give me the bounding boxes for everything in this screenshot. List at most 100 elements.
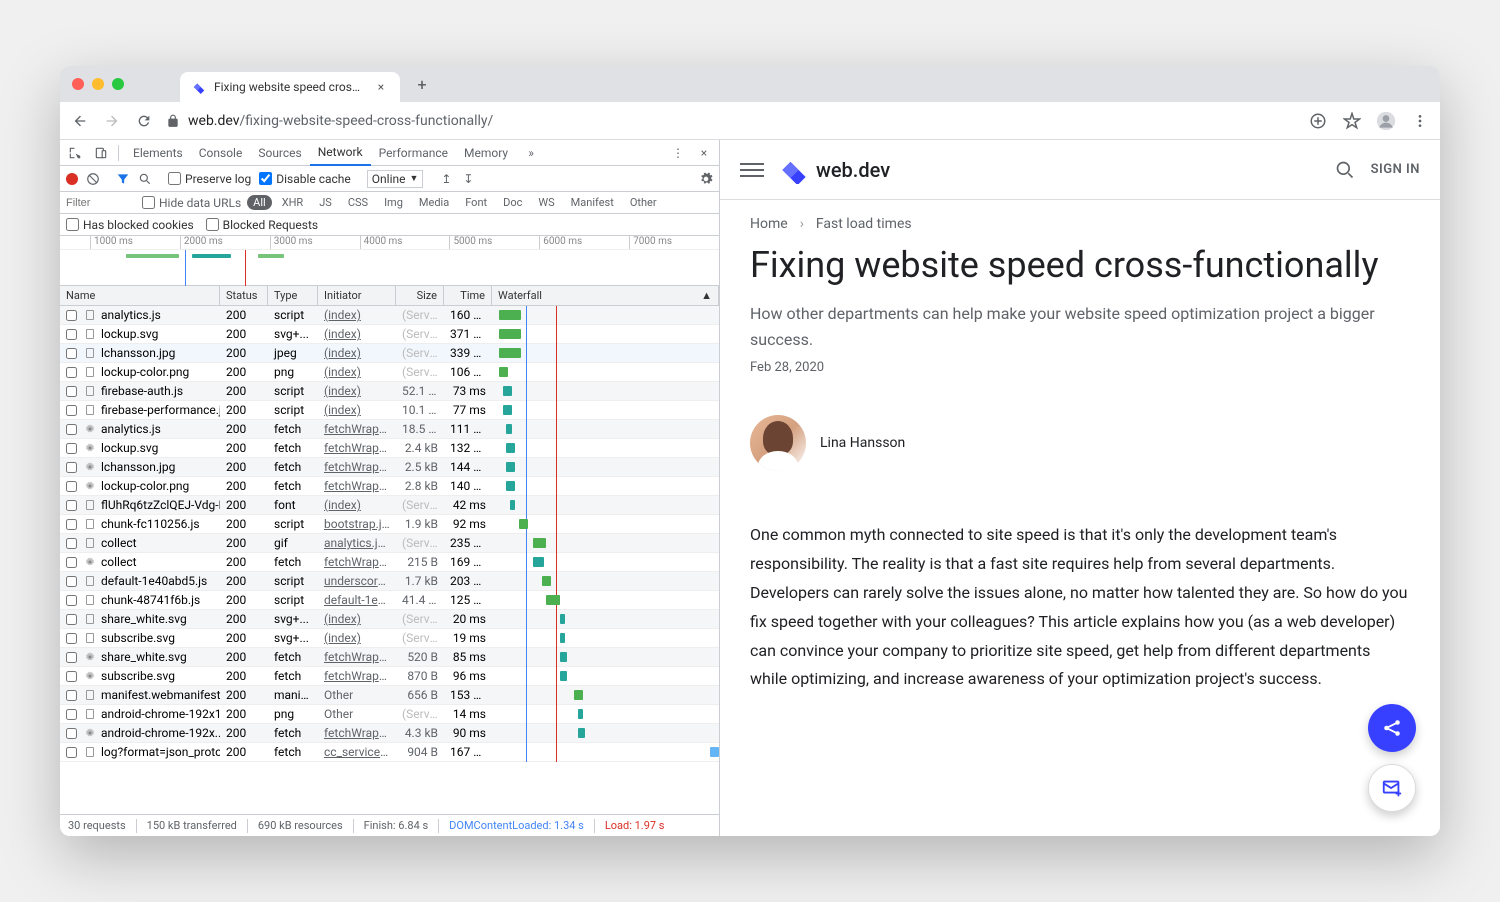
table-row[interactable]: lockup-color.png200png(index)(Servi...10… — [60, 363, 719, 382]
menu-icon[interactable] — [1410, 111, 1430, 131]
row-checkbox[interactable] — [66, 405, 77, 416]
subscribe-fab[interactable] — [1368, 764, 1416, 812]
page-search-icon[interactable] — [1335, 160, 1355, 180]
table-row[interactable]: flUhRq6tzZclQEJ-Vdg-Iui...200font(index)… — [60, 496, 719, 515]
filter-toggle-icon[interactable] — [116, 172, 130, 186]
table-row[interactable]: android-chrome-192x...200fetchfetchWrapp… — [60, 724, 719, 743]
row-checkbox[interactable] — [66, 576, 77, 587]
table-row[interactable]: log?format=json_proto200fetchcc_service.… — [60, 743, 719, 762]
close-devtools-icon[interactable]: × — [693, 146, 715, 160]
network-timeline[interactable]: 1000 ms2000 ms3000 ms4000 ms5000 ms6000 … — [60, 236, 719, 286]
filter-input[interactable] — [66, 197, 136, 209]
row-checkbox[interactable] — [66, 367, 77, 378]
table-row[interactable]: default-1e40abd5.js200scriptunderscore-.… — [60, 572, 719, 591]
table-row[interactable]: lockup.svg200svg+...(index)(Servi...371 … — [60, 325, 719, 344]
row-checkbox[interactable] — [66, 728, 77, 739]
throttle-select[interactable]: Online ▼ — [367, 170, 424, 188]
row-checkbox[interactable] — [66, 424, 77, 435]
request-initiator[interactable]: (index) — [318, 346, 396, 360]
bookmark-icon[interactable] — [1342, 111, 1362, 131]
row-checkbox[interactable] — [66, 633, 77, 644]
row-checkbox[interactable] — [66, 386, 77, 397]
filter-type-media[interactable]: Media — [413, 195, 455, 210]
breadcrumb-fast-load[interactable]: Fast load times — [816, 216, 912, 232]
request-initiator[interactable]: fetchWrapp... — [318, 460, 396, 474]
table-row[interactable]: subscribe.svg200svg+...(index)(Servi...1… — [60, 629, 719, 648]
col-header-time[interactable]: Time — [444, 286, 492, 305]
share-fab[interactable] — [1368, 704, 1416, 752]
request-initiator[interactable]: Other — [318, 707, 396, 721]
table-row[interactable]: share_white.svg200fetchfetchWrapp...520 … — [60, 648, 719, 667]
request-initiator[interactable]: (index) — [318, 384, 396, 398]
row-checkbox[interactable] — [66, 310, 77, 321]
hamburger-menu-icon[interactable] — [740, 158, 764, 182]
devtools-tab-sources[interactable]: Sources — [250, 140, 309, 166]
table-row[interactable]: lockup.svg200fetchfetchWrapp...2.4 kB132… — [60, 439, 719, 458]
request-initiator[interactable]: Other — [318, 688, 396, 702]
author-name[interactable]: Lina Hansson — [820, 435, 905, 451]
blocked-requests-checkbox[interactable]: Blocked Requests — [206, 218, 318, 232]
filter-type-ws[interactable]: WS — [532, 195, 560, 210]
row-checkbox[interactable] — [66, 747, 77, 758]
request-initiator[interactable]: fetchWrapp... — [318, 555, 396, 569]
request-initiator[interactable]: underscore-... — [318, 574, 396, 588]
browser-tab[interactable]: Fixing website speed cross-fun × — [180, 72, 400, 102]
upload-har-icon[interactable]: ↥ — [439, 172, 453, 186]
request-initiator[interactable]: fetchWrapp... — [318, 422, 396, 436]
request-initiator[interactable]: (index) — [318, 403, 396, 417]
row-checkbox[interactable] — [66, 595, 77, 606]
row-checkbox[interactable] — [66, 652, 77, 663]
col-header-initiator[interactable]: Initiator — [318, 286, 396, 305]
disable-cache-checkbox[interactable]: Disable cache — [259, 172, 351, 186]
table-row[interactable]: firebase-auth.js200script(index)52.1 kB7… — [60, 382, 719, 401]
request-initiator[interactable]: bootstrap.js:1 — [318, 517, 396, 531]
request-initiator[interactable]: fetchWrapp... — [318, 669, 396, 683]
col-header-name[interactable]: Name — [60, 286, 220, 305]
more-tabs-icon[interactable]: » — [520, 146, 542, 160]
row-checkbox[interactable] — [66, 671, 77, 682]
download-har-icon[interactable]: ↧ — [461, 172, 475, 186]
filter-type-img[interactable]: Img — [378, 195, 409, 210]
request-initiator[interactable]: (index) — [318, 612, 396, 626]
devtools-tab-performance[interactable]: Performance — [371, 140, 456, 166]
request-initiator[interactable]: (index) — [318, 498, 396, 512]
filter-type-css[interactable]: CSS — [342, 195, 374, 210]
filter-type-font[interactable]: Font — [459, 195, 493, 210]
blocked-cookies-checkbox[interactable]: Has blocked cookies — [66, 218, 194, 232]
col-header-size[interactable]: Size — [396, 286, 444, 305]
back-button[interactable] — [70, 111, 90, 131]
row-checkbox[interactable] — [66, 500, 77, 511]
table-row[interactable]: chunk-fc110256.js200scriptbootstrap.js:1… — [60, 515, 719, 534]
table-row[interactable]: collect200fetchfetchWrapp...215 B169 ms — [60, 553, 719, 572]
install-app-icon[interactable] — [1308, 111, 1328, 131]
table-row[interactable]: analytics.js200fetchfetchWrapp...18.5 kB… — [60, 420, 719, 439]
row-checkbox[interactable] — [66, 348, 77, 359]
request-initiator[interactable]: fetchWrapp... — [318, 650, 396, 664]
col-header-waterfall[interactable]: Waterfall▲ — [492, 286, 719, 305]
col-header-status[interactable]: Status — [220, 286, 268, 305]
row-checkbox[interactable] — [66, 481, 77, 492]
table-row[interactable]: analytics.js200script(index)(Servi...160… — [60, 306, 719, 325]
close-tab-icon[interactable]: × — [374, 80, 388, 94]
request-initiator[interactable]: cc_service.t... — [318, 745, 396, 759]
request-initiator[interactable]: (index) — [318, 327, 396, 341]
table-row[interactable]: collect200gifanalytics.js:36(Servi...235… — [60, 534, 719, 553]
devtools-tab-elements[interactable]: Elements — [125, 140, 191, 166]
site-logo[interactable]: web.dev — [780, 156, 890, 184]
maximize-window-icon[interactable] — [112, 78, 124, 90]
row-checkbox[interactable] — [66, 519, 77, 530]
clear-icon[interactable] — [86, 172, 100, 186]
filter-type-js[interactable]: JS — [313, 195, 338, 210]
row-checkbox[interactable] — [66, 329, 77, 340]
request-initiator[interactable]: analytics.js:36 — [318, 536, 396, 550]
filter-type-all[interactable]: All — [247, 195, 272, 210]
request-initiator[interactable]: fetchWrapp... — [318, 726, 396, 740]
inspect-element-icon[interactable] — [64, 146, 86, 160]
row-checkbox[interactable] — [66, 690, 77, 701]
table-row[interactable]: share_white.svg200svg+...(index)(Servi..… — [60, 610, 719, 629]
preserve-log-checkbox[interactable]: Preserve log — [168, 172, 251, 186]
row-checkbox[interactable] — [66, 538, 77, 549]
device-toolbar-icon[interactable] — [90, 146, 112, 160]
table-row[interactable]: lchansson.jpg200jpeg(index)(Servi...339 … — [60, 344, 719, 363]
row-checkbox[interactable] — [66, 443, 77, 454]
